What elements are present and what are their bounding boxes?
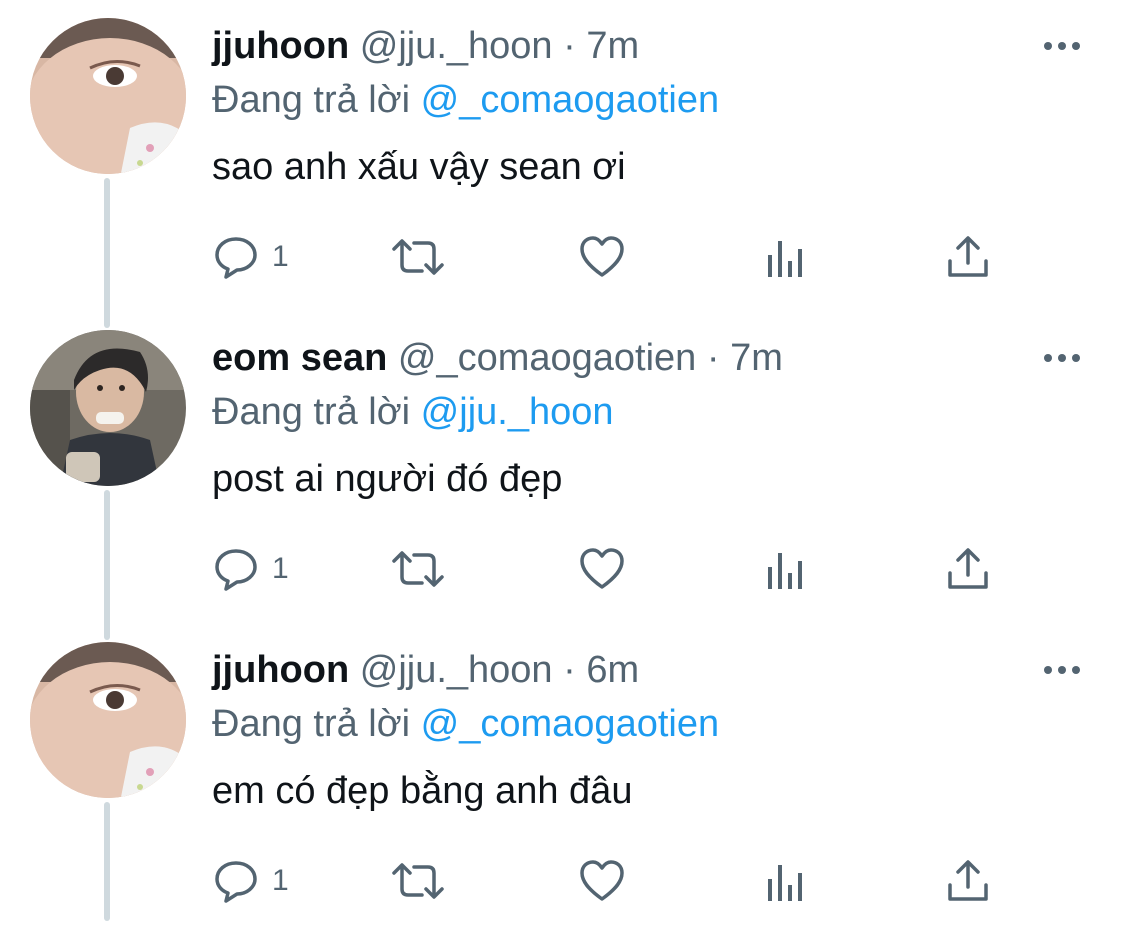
views-button[interactable]	[764, 856, 808, 906]
replying-to-label: Đang trả lời	[212, 79, 411, 121]
reply-icon	[215, 861, 257, 903]
retweet-button[interactable]	[388, 856, 448, 906]
share-icon	[948, 236, 988, 277]
reply-button[interactable]: 1	[212, 232, 289, 282]
share-button[interactable]	[944, 856, 992, 906]
views-button[interactable]	[764, 232, 808, 282]
share-button[interactable]	[944, 544, 992, 594]
user-handle[interactable]: @jju._hoon	[360, 649, 553, 691]
retweet-icon	[392, 239, 444, 275]
views-button[interactable]	[764, 544, 808, 594]
user-handle[interactable]: @jju._hoon	[360, 25, 553, 67]
reply-icon	[215, 549, 257, 591]
avatar[interactable]	[30, 18, 186, 174]
replying-to: Đang trả lời @_comaogaotien	[212, 76, 719, 124]
replying-to-label: Đang trả lời	[212, 391, 411, 433]
heart-icon	[580, 236, 624, 277]
retweet-button[interactable]	[388, 544, 448, 594]
reply-icon	[215, 237, 257, 279]
replying-to-mention[interactable]: @_comaogaotien	[421, 79, 719, 121]
more-button[interactable]	[1040, 340, 1084, 376]
tweet[interactable]: eom sean @_comaogaotien · 7m Đang trả lờ…	[0, 312, 1125, 624]
reply-button[interactable]: 1	[212, 544, 289, 594]
more-icon	[1044, 666, 1080, 674]
jjuhoon-avatar-image	[30, 642, 186, 798]
more-button[interactable]	[1040, 28, 1084, 64]
avatar[interactable]	[30, 330, 186, 486]
tweet-header: eom sean @_comaogaotien · 7m	[212, 334, 783, 382]
tweet-actions: 1	[212, 232, 1012, 282]
replying-to-label: Đang trả lời	[212, 703, 411, 745]
tweet-header: jjuhoon @jju._hoon · 6m	[212, 646, 639, 694]
tweet-text: sao anh xấu vậy sean ơi	[212, 146, 626, 188]
share-icon	[948, 860, 988, 901]
replying-to: Đang trả lời @_comaogaotien	[212, 700, 719, 748]
separator: ·	[706, 337, 720, 379]
display-name[interactable]: jjuhoon	[212, 25, 349, 67]
jjuhoon-avatar-image	[30, 18, 186, 174]
more-button[interactable]	[1040, 652, 1084, 688]
reply-count: 1	[272, 240, 289, 273]
avatar[interactable]	[30, 642, 186, 798]
separator: ·	[563, 649, 576, 691]
like-button[interactable]	[578, 856, 626, 906]
retweet-button[interactable]	[388, 232, 448, 282]
replying-to-mention[interactable]: @_comaogaotien	[421, 703, 719, 745]
more-icon	[1044, 42, 1080, 50]
replying-to-mention[interactable]: @jju._hoon	[421, 391, 614, 433]
like-button[interactable]	[578, 232, 626, 282]
reply-button[interactable]: 1	[212, 856, 289, 906]
share-button[interactable]	[944, 232, 992, 282]
like-button[interactable]	[578, 544, 626, 594]
timestamp[interactable]: 7m	[730, 337, 783, 379]
display-name[interactable]: eom sean	[212, 337, 387, 379]
reply-count: 1	[272, 552, 289, 585]
retweet-icon	[392, 551, 444, 587]
views-icon	[768, 865, 802, 901]
tweet-text: post ai người đó đẹp	[212, 458, 563, 500]
timestamp[interactable]: 6m	[586, 649, 639, 691]
retweet-icon	[392, 863, 444, 899]
more-icon	[1044, 354, 1080, 362]
tweet-actions: 1	[212, 856, 1012, 906]
separator: ·	[563, 25, 576, 67]
display-name[interactable]: jjuhoon	[212, 649, 349, 691]
views-icon	[768, 241, 802, 277]
reply-count: 1	[272, 864, 289, 897]
tweet[interactable]: jjuhoon @jju._hoon · 6m Đang trả lời @_c…	[0, 624, 1125, 936]
eom-sean-avatar-image	[30, 330, 186, 486]
share-icon	[948, 548, 988, 589]
user-handle[interactable]: @_comaogaotien	[398, 337, 696, 379]
views-icon	[768, 553, 802, 589]
tweet-header: jjuhoon @jju._hoon · 7m	[212, 22, 639, 70]
replying-to: Đang trả lời @jju._hoon	[212, 388, 614, 436]
heart-icon	[580, 860, 624, 901]
tweet-text: em có đẹp bằng anh đâu	[212, 770, 633, 812]
heart-icon	[580, 548, 624, 589]
timestamp[interactable]: 7m	[586, 25, 639, 67]
tweet[interactable]: jjuhoon @jju._hoon · 7m Đang trả lời @_c…	[0, 0, 1125, 312]
tweet-actions: 1	[212, 544, 1012, 594]
